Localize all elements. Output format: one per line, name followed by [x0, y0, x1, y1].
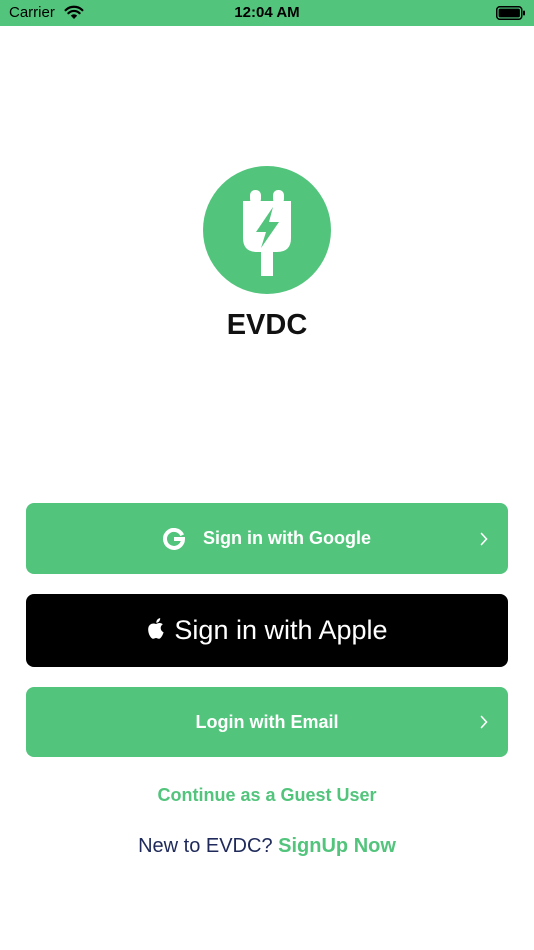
sign-in-google-button[interactable]: Sign in with Google	[26, 503, 508, 574]
status-bar: Carrier 12:04 AM	[0, 0, 534, 26]
status-time: 12:04 AM	[234, 4, 300, 21]
google-button-label: Sign in with Google	[203, 528, 371, 548]
apple-icon	[148, 618, 165, 639]
email-button-label: Login with Email	[195, 711, 339, 732]
signup-prompt: New to EVDC?	[138, 835, 273, 857]
sign-in-apple-button[interactable]: Sign in with Apple	[26, 594, 508, 667]
chevron-right-icon	[480, 715, 488, 729]
ev-plug-icon	[243, 190, 291, 276]
signup-now-link[interactable]: SignUp Now	[278, 835, 396, 857]
app-logo	[203, 166, 331, 294]
login-email-button[interactable]: Login with Email	[26, 687, 508, 757]
signup-row: New to EVDC? SignUp Now	[0, 835, 534, 858]
google-icon	[163, 527, 185, 550]
apple-button-label: Sign in with Apple	[174, 615, 388, 645]
app-name: EVDC	[226, 309, 308, 341]
chevron-right-icon	[480, 532, 488, 545]
battery-icon	[496, 6, 525, 20]
continue-as-guest-link[interactable]: Continue as a Guest User	[0, 785, 534, 806]
